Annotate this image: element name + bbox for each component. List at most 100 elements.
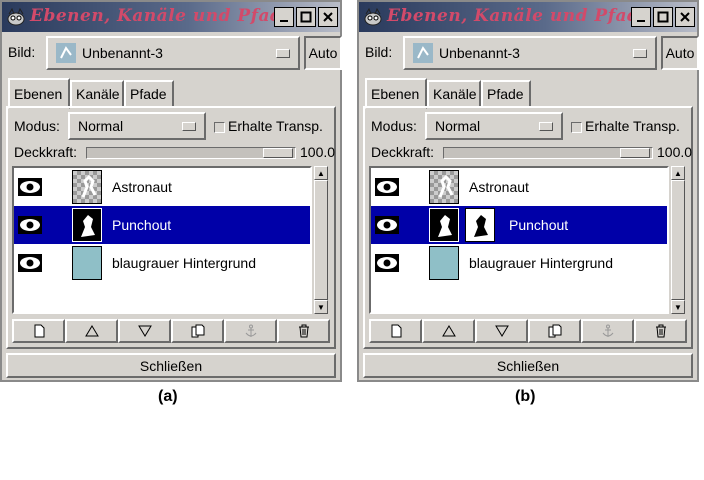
scroll-up-icon[interactable]: ▲ [671, 166, 685, 180]
scroll-up-icon[interactable]: ▲ [314, 166, 328, 180]
layer-row-background[interactable]: blaugrauer Hintergrund [371, 244, 667, 282]
opacity-label: Deckkraft: [14, 144, 78, 160]
opacity-slider[interactable] [86, 147, 296, 159]
opacity-slider-handle[interactable] [620, 148, 650, 158]
astronaut-figure-icon [438, 174, 454, 198]
minimize-icon [637, 20, 645, 22]
image-label: Bild: [365, 44, 393, 60]
window-title: Ebenen, Kanäle und Pfade [387, 6, 651, 26]
auto-button[interactable]: Auto [661, 36, 699, 70]
close-icon [323, 12, 333, 22]
maximize-button[interactable] [653, 7, 673, 27]
lower-layer-button[interactable] [475, 319, 528, 343]
lower-layer-icon [137, 325, 152, 337]
close-dialog-button[interactable]: Schließen [6, 353, 336, 378]
anchor-layer-button[interactable] [224, 319, 277, 343]
scrollbar-thumb[interactable] [671, 180, 685, 300]
layer-name: Punchout [509, 217, 569, 233]
close-dialog-button[interactable]: Schließen [363, 353, 693, 378]
maximize-button[interactable] [296, 7, 316, 27]
dropdown-knob-icon [276, 49, 290, 58]
title-bar[interactable]: Ebenen, Kanäle und Pfade [359, 2, 697, 32]
image-label: Bild: [8, 44, 36, 60]
mode-select[interactable]: Normal [68, 112, 206, 140]
visibility-eye-icon[interactable] [375, 216, 399, 234]
layer-thumbnail [429, 208, 459, 242]
astronaut-figure-icon [81, 174, 97, 198]
tab-ebenen[interactable]: Ebenen [365, 78, 427, 109]
title-bar[interactable]: Ebenen, Kanäle und Pfade [2, 2, 340, 32]
layer-list: Astronaut Punchout blaugrauer Hintergrun… [369, 166, 669, 314]
duplicate-layer-icon [548, 324, 561, 338]
mode-label: Modus: [14, 118, 60, 134]
layers-dialog-a: Ebenen, Kanäle und Pfade Bild: Unbenannt… [0, 0, 342, 382]
image-select[interactable]: Unbenannt-3 [46, 36, 300, 70]
opacity-slider-handle[interactable] [263, 148, 293, 158]
punchout-figure-icon [438, 215, 452, 237]
layer-name: Astronaut [112, 179, 172, 195]
close-icon [680, 12, 690, 22]
close-button[interactable] [675, 7, 695, 27]
minimize-button[interactable] [631, 7, 651, 27]
layer-row-astronaut[interactable]: Astronaut [14, 168, 310, 206]
visibility-eye-icon[interactable] [18, 254, 42, 272]
preserve-transparency-checkbox[interactable] [214, 122, 225, 133]
tab-pfade[interactable]: Pfade [481, 80, 531, 108]
layer-thumbnail [72, 208, 102, 242]
preserve-transparency-label: Erhalte Transp. [585, 118, 680, 134]
opacity-slider[interactable] [443, 147, 653, 159]
scroll-down-icon[interactable]: ▼ [671, 300, 685, 314]
image-select-value: Unbenannt-3 [439, 45, 520, 61]
visibility-eye-icon[interactable] [18, 178, 42, 196]
duplicate-layer-button[interactable] [171, 319, 224, 343]
wilber-icon[interactable] [363, 8, 383, 26]
delete-layer-button[interactable] [277, 319, 330, 343]
layers-dialog-b: Ebenen, Kanäle und Pfade Bild: Unbenannt… [357, 0, 699, 382]
tab-pfade[interactable]: Pfade [124, 80, 174, 108]
layer-row-punchout[interactable]: Punchout [14, 206, 310, 244]
visibility-eye-icon[interactable] [375, 178, 399, 196]
layer-row-background[interactable]: blaugrauer Hintergrund [14, 244, 310, 282]
visibility-eye-icon[interactable] [18, 216, 42, 234]
layer-name: blaugrauer Hintergrund [469, 255, 613, 271]
tab-ebenen[interactable]: Ebenen [8, 78, 70, 109]
mode-select[interactable]: Normal [425, 112, 563, 140]
close-button[interactable] [318, 7, 338, 27]
trash-icon [655, 324, 666, 338]
anchor-layer-button[interactable] [581, 319, 634, 343]
layer-mask-thumbnail[interactable] [465, 208, 495, 242]
caption-b: (b) [515, 388, 536, 405]
mode-select-value: Normal [78, 118, 124, 134]
duplicate-layer-button[interactable] [528, 319, 581, 343]
layer-thumbnail [429, 170, 459, 204]
wilber-icon[interactable] [6, 8, 26, 26]
scroll-down-icon[interactable]: ▼ [314, 300, 328, 314]
mode-label: Modus: [371, 118, 417, 134]
raise-layer-button[interactable] [65, 319, 118, 343]
dropdown-knob-icon [182, 122, 196, 131]
lower-layer-button[interactable] [118, 319, 171, 343]
new-layer-button[interactable] [12, 319, 65, 343]
visibility-eye-icon[interactable] [375, 254, 399, 272]
layer-row-astronaut[interactable]: Astronaut [371, 168, 667, 206]
scrollbar-thumb[interactable] [314, 180, 328, 300]
opacity-value: 100.0 [657, 144, 693, 160]
anchor-icon [245, 324, 256, 337]
preserve-transparency-checkbox[interactable] [571, 122, 582, 133]
layer-row-punchout[interactable]: Punchout [371, 206, 667, 244]
layer-list-scrollbar[interactable]: ▲ ▼ [671, 166, 685, 314]
layer-thumbnail [429, 246, 459, 280]
minimize-button[interactable] [274, 7, 294, 27]
mode-select-value: Normal [435, 118, 481, 134]
dropdown-knob-icon [633, 49, 647, 58]
delete-layer-button[interactable] [634, 319, 687, 343]
auto-button[interactable]: Auto [304, 36, 342, 70]
tab-kanaele[interactable]: Kanäle [70, 80, 124, 108]
new-layer-button[interactable] [369, 319, 422, 343]
raise-layer-button[interactable] [422, 319, 475, 343]
layer-list-scrollbar[interactable]: ▲ ▼ [314, 166, 328, 314]
image-select[interactable]: Unbenannt-3 [403, 36, 657, 70]
dropdown-knob-icon [539, 122, 553, 131]
opacity-label: Deckkraft: [371, 144, 435, 160]
tab-kanaele[interactable]: Kanäle [427, 80, 481, 108]
